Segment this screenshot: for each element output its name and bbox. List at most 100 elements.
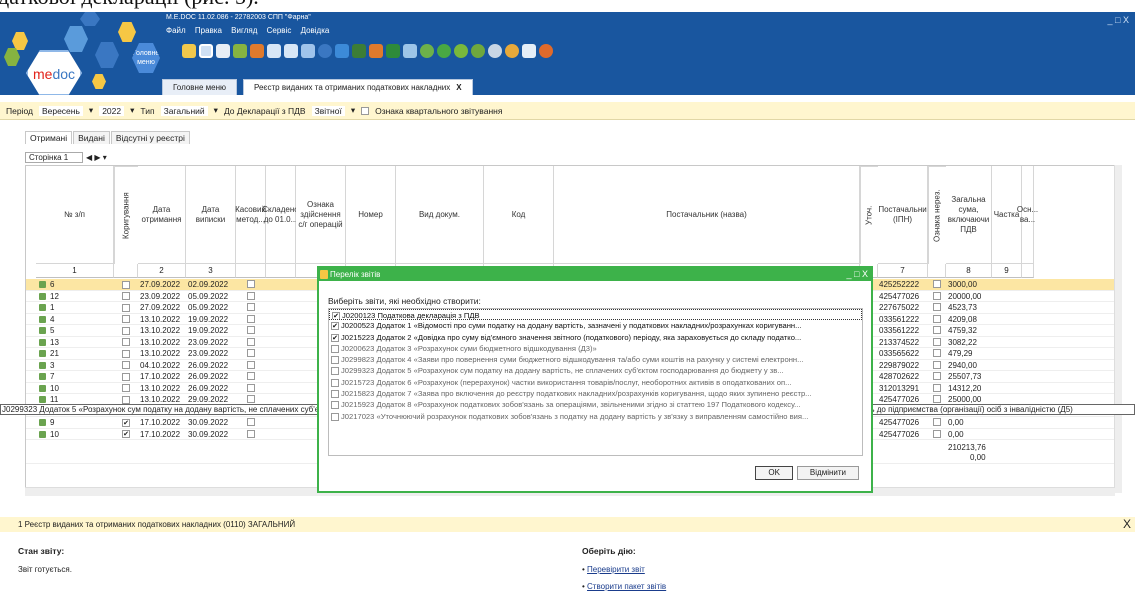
cycle-icon[interactable] — [471, 44, 485, 58]
close-panel-icon[interactable]: X — [1123, 517, 1131, 532]
correction-checkbox[interactable] — [122, 326, 130, 335]
year-select[interactable]: 2022 — [99, 105, 125, 116]
page-select[interactable]: Сторінка 1 — [25, 152, 83, 163]
report-item[interactable]: ✔ J0215223 Додаток 2 «Довідка про суму ві… — [329, 332, 862, 343]
row-checkbox[interactable] — [933, 360, 941, 369]
correction-checkbox[interactable] — [122, 303, 130, 312]
correction-checkbox[interactable] — [122, 292, 130, 301]
row-checkbox[interactable] — [247, 337, 255, 346]
page-nav-buttons[interactable]: ◀ ▶ ▾ — [86, 153, 107, 162]
row-checkbox[interactable] — [933, 303, 941, 311]
correction-checkbox[interactable] — [122, 361, 130, 370]
row-checkbox[interactable] — [247, 326, 255, 334]
report-checkbox[interactable]: ✔ — [331, 322, 339, 331]
row-checkbox[interactable] — [933, 326, 941, 334]
correction-checkbox[interactable] — [122, 395, 130, 404]
home-menu-hex-button[interactable]: Головне меню — [132, 43, 160, 73]
row-checkbox[interactable] — [247, 383, 255, 392]
report-item[interactable]: ✔ J0200123 Податкова декларація з ПДВ — [329, 309, 862, 321]
report-checkbox[interactable] — [331, 378, 339, 387]
correction-checkbox[interactable] — [122, 315, 130, 324]
correction-checkbox[interactable] — [122, 280, 130, 289]
print-icon[interactable] — [335, 44, 349, 58]
report-item[interactable]: J0217023 «Уточнюючий розрахунок податков… — [329, 411, 862, 422]
col-header[interactable]: Постачальни (ІПН) — [878, 166, 928, 264]
create-package-link[interactable]: Створити пакет звітів — [587, 582, 666, 591]
chevron-down-icon[interactable]: ▾ — [214, 105, 218, 116]
report-checkbox[interactable] — [331, 344, 339, 353]
row-checkbox[interactable] — [247, 429, 255, 438]
green-doc-icon[interactable] — [233, 44, 247, 58]
refresh-icon[interactable] — [420, 44, 434, 58]
col-header[interactable]: Дата отримання — [138, 166, 186, 264]
dialog-window-controls[interactable]: _ □ X — [847, 268, 868, 281]
correction-checkbox[interactable] — [122, 372, 130, 381]
to-declaration-select[interactable]: Звітної — [311, 105, 345, 116]
row-checkbox[interactable] — [247, 372, 255, 380]
search-icon[interactable] — [199, 44, 213, 58]
report-item[interactable]: J0215823 Додаток 7 «Заява про включення … — [329, 388, 862, 399]
row-checkbox[interactable] — [933, 395, 941, 403]
correction-checkbox[interactable]: ✔ — [122, 430, 130, 439]
check-icon[interactable] — [437, 44, 451, 58]
row-checkbox[interactable] — [247, 303, 255, 311]
close-tab-icon[interactable]: X — [456, 83, 461, 92]
row-checkbox[interactable] — [247, 291, 255, 300]
vertical-scrollbar[interactable] — [1114, 165, 1122, 493]
report-checkbox[interactable] — [331, 390, 339, 399]
correction-checkbox[interactable] — [122, 349, 130, 358]
row-checkbox[interactable] — [933, 291, 941, 300]
col-header[interactable]: Осн... ва... — [1017, 166, 1038, 264]
window-controls[interactable]: _ □ X — [1108, 15, 1129, 25]
settings-icon[interactable] — [488, 44, 502, 58]
row-checkbox[interactable] — [933, 314, 941, 323]
menu-help[interactable]: Довідка — [301, 26, 330, 35]
report-item[interactable]: J0215923 Додаток 8 «Розрахунок податкови… — [329, 399, 862, 410]
period-select[interactable]: Вересень — [38, 105, 83, 116]
col-header[interactable]: Вид докум. — [396, 166, 484, 264]
report-item[interactable]: J0299323 Додаток 5 «Розрахунок сум подат… — [329, 365, 862, 376]
row-checkbox[interactable] — [247, 280, 255, 288]
report-checkbox[interactable]: ✔ — [331, 333, 339, 342]
report-checkbox[interactable] — [331, 367, 339, 376]
delete-icon[interactable] — [284, 44, 298, 58]
report-item[interactable]: J0215723 Додаток 6 «Розрахунок (перераху… — [329, 377, 862, 388]
report-item[interactable]: J0200623 Додаток 3 «Розрахунок суми бюдж… — [329, 343, 862, 354]
report-checkbox[interactable]: ✔ — [332, 312, 340, 320]
row-checkbox[interactable] — [933, 383, 941, 392]
col-header[interactable]: Загальна сума, включаючи ПДВ — [946, 166, 992, 264]
correction-checkbox[interactable] — [122, 384, 130, 393]
tab-register[interactable]: Реєстр виданих та отриманих податкових н… — [242, 79, 473, 95]
type-select[interactable]: Загальний — [160, 105, 208, 116]
report-checkbox[interactable] — [331, 356, 339, 365]
menu-view[interactable]: Вигляд — [231, 26, 257, 35]
tab-home[interactable]: Головне меню — [162, 79, 237, 95]
mail-icon[interactable] — [250, 44, 264, 58]
menu-edit[interactable]: Правка — [195, 26, 222, 35]
info-icon[interactable] — [318, 44, 332, 58]
menu-service[interactable]: Сервіс — [267, 26, 292, 35]
col-header[interactable]: Постачальник (назва) — [554, 166, 860, 264]
ok-button[interactable]: OK — [755, 466, 793, 480]
chevron-down-icon[interactable]: ▾ — [351, 105, 355, 116]
report-checkbox[interactable] — [331, 412, 339, 421]
row-checkbox[interactable] — [247, 349, 255, 357]
col-header[interactable]: Ознака нерез. — [928, 166, 946, 264]
col-header[interactable]: Код — [484, 166, 554, 264]
col-header[interactable]: Коригування — [114, 166, 138, 264]
row-checkbox[interactable] — [247, 418, 255, 426]
receipt-icon[interactable] — [403, 44, 417, 58]
row-checkbox[interactable] — [933, 429, 941, 438]
report-icon[interactable] — [216, 44, 230, 58]
subtab-issued[interactable]: Видані — [73, 131, 110, 144]
edit-icon[interactable] — [301, 44, 315, 58]
export-icon[interactable] — [352, 44, 366, 58]
row-checkbox[interactable] — [933, 372, 941, 380]
row-checkbox[interactable] — [933, 337, 941, 346]
row-checkbox[interactable] — [933, 280, 941, 288]
chevron-down-icon[interactable]: ▾ — [130, 105, 134, 116]
check-report-link[interactable]: Перевірити звіт — [587, 565, 645, 574]
row-checkbox[interactable] — [247, 314, 255, 323]
col-header[interactable]: Дата виписки — [186, 166, 236, 264]
col-header[interactable]: Номер — [346, 166, 396, 264]
